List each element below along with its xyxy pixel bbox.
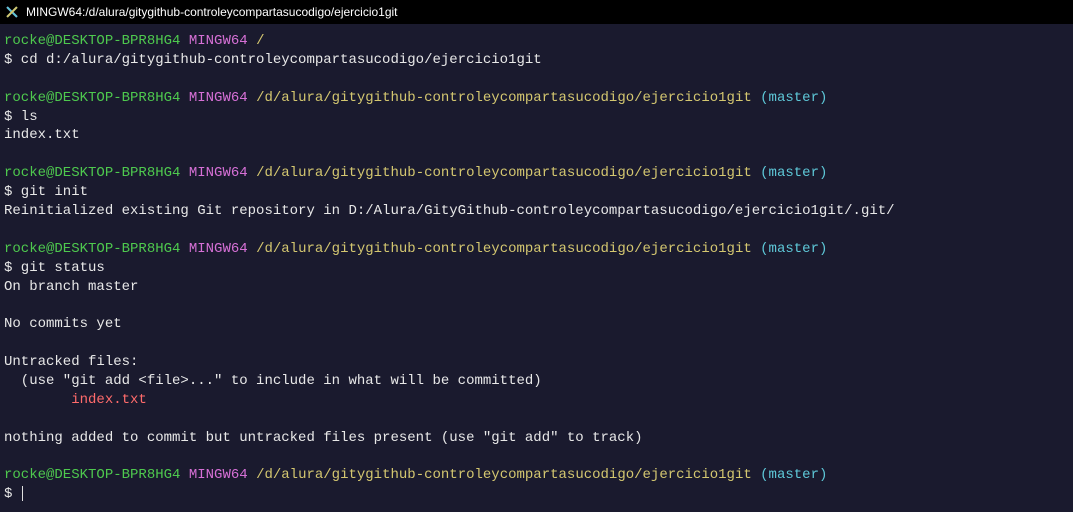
prompt-line: rocke@DESKTOP-BPR8HG4 MINGW64 / bbox=[4, 32, 1069, 51]
cwd-path: /d/alura/gitygithub-controleycompartasuc… bbox=[256, 241, 752, 257]
prompt-line: rocke@DESKTOP-BPR8HG4 MINGW64 /d/alura/g… bbox=[4, 240, 1069, 259]
env-label: MINGW64 bbox=[189, 90, 248, 106]
env-label: MINGW64 bbox=[189, 241, 248, 257]
output-line: On branch master bbox=[4, 278, 1069, 297]
command-line: $ cd d:/alura/gitygithub-controleycompar… bbox=[4, 51, 1069, 70]
cwd-path: /d/alura/gitygithub-controleycompartasuc… bbox=[256, 467, 752, 483]
env-label: MINGW64 bbox=[189, 467, 248, 483]
branch-label: (master) bbox=[760, 467, 827, 483]
cursor-icon bbox=[22, 486, 23, 501]
user-host: rocke@DESKTOP-BPR8HG4 bbox=[4, 33, 180, 49]
prompt-line: rocke@DESKTOP-BPR8HG4 MINGW64 /d/alura/g… bbox=[4, 466, 1069, 485]
output-line: Untracked files: bbox=[4, 353, 1069, 372]
cwd-path: /d/alura/gitygithub-controleycompartasuc… bbox=[256, 165, 752, 181]
command-line: $ git init bbox=[4, 183, 1069, 202]
branch-label: (master) bbox=[760, 90, 827, 106]
command-input-line[interactable]: $ bbox=[4, 485, 1069, 504]
branch-label: (master) bbox=[760, 241, 827, 257]
prompt-line: rocke@DESKTOP-BPR8HG4 MINGW64 /d/alura/g… bbox=[4, 164, 1069, 183]
command-line: $ git status bbox=[4, 259, 1069, 278]
window-title: MINGW64:/d/alura/gitygithub-controleycom… bbox=[26, 5, 398, 19]
terminal-area[interactable]: rocke@DESKTOP-BPR8HG4 MINGW64 / $ cd d:/… bbox=[0, 24, 1073, 512]
prompt-line: rocke@DESKTOP-BPR8HG4 MINGW64 /d/alura/g… bbox=[4, 89, 1069, 108]
user-host: rocke@DESKTOP-BPR8HG4 bbox=[4, 241, 180, 257]
output-line: index.txt bbox=[4, 126, 1069, 145]
app-icon bbox=[4, 4, 20, 20]
env-label: MINGW64 bbox=[189, 33, 248, 49]
env-label: MINGW64 bbox=[189, 165, 248, 181]
cwd-path: / bbox=[256, 33, 264, 49]
prompt-symbol: $ bbox=[4, 486, 21, 502]
output-line: (use "git add <file>..." to include in w… bbox=[4, 372, 1069, 391]
user-host: rocke@DESKTOP-BPR8HG4 bbox=[4, 90, 180, 106]
window-titlebar: MINGW64:/d/alura/gitygithub-controleycom… bbox=[0, 0, 1073, 24]
output-line: No commits yet bbox=[4, 315, 1069, 334]
untracked-file: index.txt bbox=[4, 391, 1069, 410]
command-line: $ ls bbox=[4, 108, 1069, 127]
cwd-path: /d/alura/gitygithub-controleycompartasuc… bbox=[256, 90, 752, 106]
user-host: rocke@DESKTOP-BPR8HG4 bbox=[4, 165, 180, 181]
output-line: nothing added to commit but untracked fi… bbox=[4, 429, 1069, 448]
output-line: Reinitialized existing Git repository in… bbox=[4, 202, 1069, 221]
user-host: rocke@DESKTOP-BPR8HG4 bbox=[4, 467, 180, 483]
branch-label: (master) bbox=[760, 165, 827, 181]
